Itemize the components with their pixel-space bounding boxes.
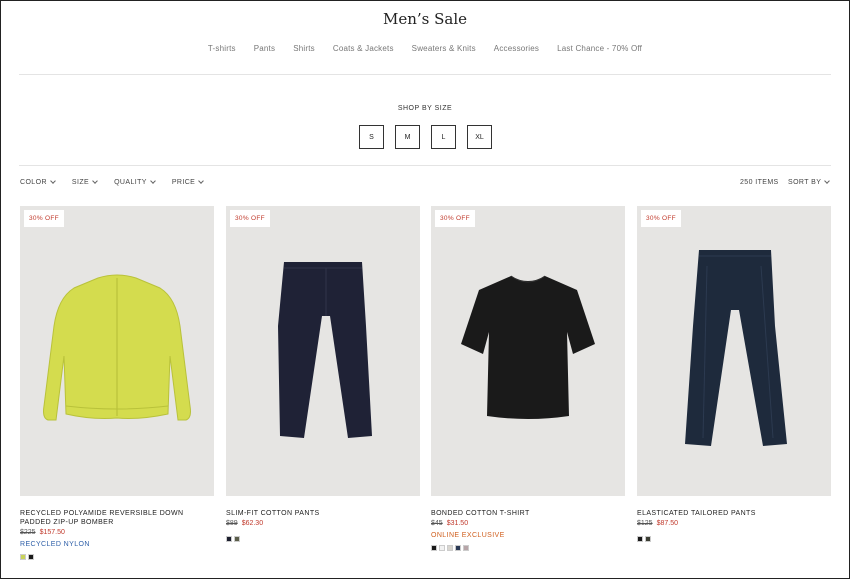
- color-swatch[interactable]: [20, 554, 26, 560]
- product-card[interactable]: 30% OFF ELASTICATED TAILORED PANTS $125 $…: [637, 206, 831, 542]
- color-swatches: [431, 545, 625, 551]
- color-swatch[interactable]: [234, 536, 240, 542]
- color-swatch[interactable]: [455, 545, 461, 551]
- product-name[interactable]: BONDED COTTON T-SHIRT: [431, 509, 625, 518]
- discount-badge: 30% OFF: [435, 210, 475, 227]
- chevron-down-icon: [50, 178, 56, 184]
- product-image[interactable]: 30% OFF: [226, 206, 420, 496]
- discount-badge: 30% OFF: [641, 210, 681, 227]
- chevron-down-icon: [198, 178, 205, 184]
- chevron-down-icon: [92, 178, 98, 184]
- color-swatches: [637, 536, 831, 542]
- size-shortcuts: S M L XL: [359, 125, 492, 149]
- size-button-l[interactable]: L: [431, 125, 456, 149]
- price-row: $89 $62.30: [226, 520, 420, 527]
- color-swatch[interactable]: [463, 545, 469, 551]
- bomber-jacket-image: [43, 274, 191, 421]
- nav-sweaters-knits[interactable]: Sweaters & Knits: [412, 44, 476, 53]
- nav-last-chance[interactable]: Last Chance - 70% Off: [557, 44, 642, 53]
- nav-shirts[interactable]: Shirts: [293, 44, 315, 53]
- pants-image: [278, 262, 372, 438]
- page-title: Men’s Sale: [382, 10, 468, 28]
- color-swatch[interactable]: [447, 545, 453, 551]
- category-nav: T-shirts Pants Shirts Coats & Jackets Sw…: [0, 44, 850, 53]
- product-name[interactable]: RECYCLED POLYAMIDE REVERSIBLE DOWN PADDE…: [20, 509, 214, 527]
- product-card[interactable]: 30% OFF SLIM-FIT COTTON PANTS $89 $62.30: [226, 206, 420, 542]
- filter-label: SIZE: [71, 179, 90, 186]
- color-swatch[interactable]: [431, 545, 437, 551]
- tshirt-image: [461, 275, 595, 419]
- color-swatch[interactable]: [439, 545, 445, 551]
- filter-quality[interactable]: QUALITY: [114, 178, 156, 186]
- shop-by-size-heading: SHOP BY SIZE: [397, 105, 453, 112]
- sort-dropdown[interactable]: SORT BY: [788, 178, 831, 186]
- product-card[interactable]: 30% OFF BONDED COTTON T-SHIRT $45 $31.50 …: [431, 206, 625, 551]
- color-swatch[interactable]: [226, 536, 232, 542]
- filter-label: COLOR: [20, 179, 47, 186]
- divider: [19, 74, 831, 75]
- price-row: $45 $31.50: [431, 520, 625, 527]
- color-swatches: [226, 536, 420, 542]
- sort-label: SORT BY: [788, 179, 822, 186]
- chevron-down-icon: [824, 178, 831, 184]
- size-button-xl[interactable]: XL: [467, 125, 492, 149]
- filter-label: PRICE: [171, 179, 196, 186]
- chevron-down-icon: [150, 178, 156, 184]
- product-name[interactable]: ELASTICATED TAILORED PANTS: [637, 509, 831, 518]
- sale-price: $62.30: [241, 520, 264, 527]
- nav-coats-jackets[interactable]: Coats & Jackets: [333, 44, 394, 53]
- filter-label: QUALITY: [114, 179, 147, 186]
- original-price: $89: [226, 520, 238, 527]
- discount-badge: 30% OFF: [24, 210, 64, 227]
- discount-badge: 30% OFF: [230, 210, 270, 227]
- filter-size[interactable]: SIZE: [71, 178, 98, 186]
- color-swatches: [20, 554, 214, 560]
- size-button-s[interactable]: S: [359, 125, 384, 149]
- size-button-m[interactable]: M: [395, 125, 420, 149]
- product-image[interactable]: 30% OFF: [637, 206, 831, 496]
- product-card[interactable]: 30% OFF RECYCLED POLYAMIDE REVERSIBLE DO…: [20, 206, 214, 560]
- nav-accessories[interactable]: Accessories: [494, 44, 539, 53]
- divider: [19, 165, 831, 166]
- price-row: $225 $157.50: [20, 529, 214, 536]
- filter-price[interactable]: PRICE: [171, 178, 205, 186]
- color-swatch[interactable]: [637, 536, 643, 542]
- product-tag: ONLINE EXCLUSIVE: [431, 532, 505, 539]
- nav-pants[interactable]: Pants: [254, 44, 275, 53]
- nav-tshirts[interactable]: T-shirts: [208, 44, 236, 53]
- sale-price: $31.50: [446, 520, 469, 527]
- price-row: $125 $87.50: [637, 520, 831, 527]
- sale-price: $157.50: [39, 529, 65, 536]
- product-name[interactable]: SLIM-FIT COTTON PANTS: [226, 509, 420, 518]
- color-swatch[interactable]: [645, 536, 651, 542]
- original-price: $225: [20, 529, 36, 536]
- color-swatch[interactable]: [28, 554, 34, 560]
- product-image[interactable]: 30% OFF: [431, 206, 625, 496]
- sale-price: $87.50: [656, 520, 678, 527]
- product-tag: RECYCLED NYLON: [20, 541, 90, 548]
- filter-bar: COLOR SIZE QUALITY PRICE: [20, 178, 220, 186]
- product-image[interactable]: 30% OFF: [20, 206, 214, 496]
- original-price: $125: [637, 520, 653, 527]
- tailored-pants-image: [685, 250, 787, 446]
- items-count: 250 ITEMS: [740, 179, 779, 186]
- filter-color[interactable]: COLOR: [20, 178, 56, 186]
- original-price: $45: [431, 520, 443, 527]
